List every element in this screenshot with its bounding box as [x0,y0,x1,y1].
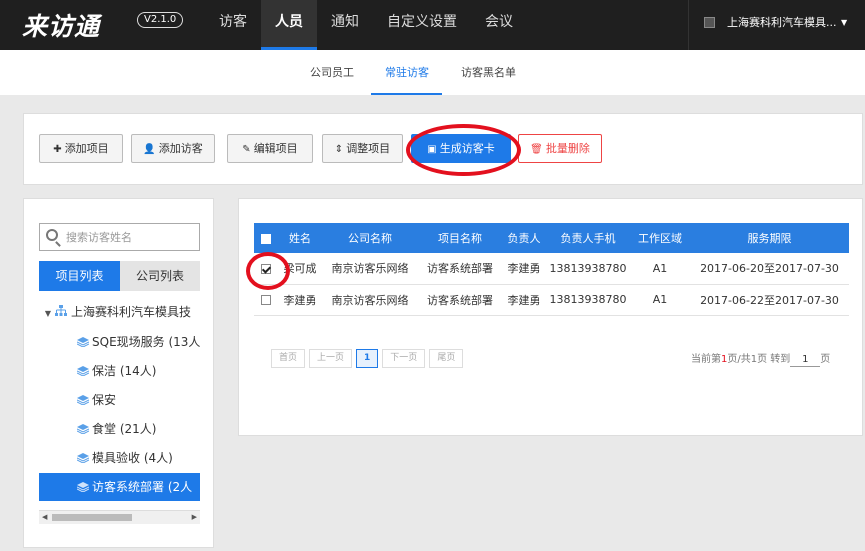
sort-icon: ⇕ [334,144,344,155]
tree-root-label: 上海赛科利汽车模具技 [71,305,192,319]
id-card-icon: ▣ [427,144,437,155]
cell-owner-phone: 13813938780 [546,284,630,316]
select-all-header[interactable] [254,223,278,253]
table-header-row: 姓名 公司名称 项目名称 负责人 负责人手机 工作区域 服务期限 [254,223,849,253]
tab-company-staff[interactable]: 公司员工 [310,64,354,95]
company-name: 上海赛科利汽车模具... [727,16,837,29]
cell-company: 南京访客乐网络 [322,284,418,316]
tree-item[interactable]: 保安 [39,386,200,414]
trash-icon: 🗑 [530,144,543,155]
batch-delete-button[interactable]: 🗑 批量删除 [518,134,602,163]
cell-project: 访客系统部署 [418,253,502,285]
col-owner: 负责人 [502,223,546,253]
col-work-area: 工作区域 [630,223,690,253]
cell-work-area: A1 [630,284,690,316]
adjust-project-button[interactable]: ⇕ 调整项目 [322,134,403,163]
cell-work-area: A1 [630,253,690,285]
tab-visitor-blacklist[interactable]: 访客黑名单 [461,64,516,95]
page-info: 当前第1页/共1页 转到页 [691,350,830,367]
main-panel: 姓名 公司名称 项目名称 负责人 负责人手机 工作区域 服务期限 梁可成 南京访… [238,198,863,436]
layers-icon [77,366,89,376]
visitor-table: 姓名 公司名称 项目名称 负责人 负责人手机 工作区域 服务期限 梁可成 南京访… [254,223,849,316]
goto-page-input[interactable] [790,353,821,367]
col-name: 姓名 [278,223,322,253]
left-panel: 项目列表 公司列表 ▼ 上海赛科利汽车模具技 SQE现场服务 (13人 保洁 (1… [23,198,214,548]
pagination: 首页 上一页 1 下一页 尾页 [271,349,467,368]
add-user-icon: 👤 [143,144,156,155]
tab-project-list[interactable]: 项目列表 [39,261,120,291]
tree-item[interactable]: 保洁 (14人) [39,357,200,385]
layers-icon [77,395,89,405]
table-row[interactable]: 梁可成 南京访客乐网络 访客系统部署 李建勇 13813938780 A1 20… [254,253,849,285]
layers-icon [77,424,89,434]
row-checkbox[interactable] [261,263,271,274]
cell-owner: 李建勇 [502,253,546,285]
app-logo[interactable]: 来访通 [22,7,100,43]
current-page-button[interactable]: 1 [356,349,379,368]
last-page-button[interactable]: 尾页 [429,349,464,368]
col-service-period: 服务期限 [690,223,849,253]
edit-project-button[interactable]: ✎ 编辑项目 [227,134,313,163]
version-badge: V2.1.0 [137,12,184,28]
layers-icon [77,453,89,463]
generate-visitor-card-button[interactable]: ▣ 生成访客卡 [411,134,511,163]
row-select-cell[interactable] [254,284,278,316]
scroll-left-arrow-icon[interactable]: ◀ [42,513,47,521]
tab-company-list[interactable]: 公司列表 [120,261,200,291]
tree-item[interactable]: SQE现场服务 (13人 [39,328,200,356]
nav-notifications[interactable]: 通知 [317,0,373,50]
nav-visitors[interactable]: 访客 [205,0,261,50]
project-tree: ▼ 上海赛科利汽车模具技 SQE现场服务 (13人 保洁 (14人) 保安 食堂 … [39,298,200,508]
tree-item[interactable]: 模具验收 (4人) [39,444,200,472]
caret-down-icon: ▼ [841,18,848,27]
cell-service-period: 2017-06-20至2017-07-30 [690,253,849,285]
cell-name: 梁可成 [278,253,322,285]
top-bar: 来访通 V2.1.0 访客 人员 通知 自定义设置 会议 上海赛科利汽车模具..… [0,0,865,50]
col-project: 项目名称 [418,223,502,253]
add-project-button[interactable]: ✚ 添加项目 [39,134,123,163]
cell-project: 访客系统部署 [418,284,502,316]
expand-arrow-icon[interactable]: ▼ [41,300,55,328]
row-checkbox[interactable] [261,295,271,305]
toolbar: ✚ 添加项目 👤 添加访客 ✎ 编辑项目 ⇕ 调整项目 ▣ 生成访客卡 🗑 批量删除 [23,113,863,185]
prev-page-button[interactable]: 上一页 [309,349,353,368]
row-select-cell[interactable] [254,253,278,285]
cell-owner: 李建勇 [502,284,546,316]
org-chart-icon [55,305,67,316]
plus-icon: ✚ [53,144,62,155]
col-owner-phone: 负责人手机 [546,223,630,253]
layers-icon [77,337,89,347]
cell-name: 李建勇 [278,284,322,316]
nav-custom-settings[interactable]: 自定义设置 [373,0,471,50]
scroll-right-arrow-icon[interactable]: ▶ [192,513,197,521]
table-row[interactable]: 李建勇 南京访客乐网络 访客系统部署 李建勇 13813938780 A1 20… [254,284,849,316]
tree-horizontal-scrollbar[interactable]: ◀ ▶ [39,510,200,524]
company-switcher[interactable]: 上海赛科利汽车模具... ▼ [688,0,865,50]
add-visitor-button[interactable]: 👤 添加访客 [131,134,215,163]
tree-item-selected[interactable]: 访客系统部署 (2人 [39,473,200,501]
tab-resident-visitors[interactable]: 常驻访客 [371,64,442,95]
sub-nav: 公司员工 常驻访客 访客黑名单 [0,50,865,95]
select-all-checkbox[interactable] [261,233,271,244]
nav-meetings[interactable]: 会议 [471,0,527,50]
broken-image-icon [704,17,715,28]
col-company: 公司名称 [322,223,418,253]
scroll-thumb[interactable] [52,514,132,521]
edit-icon: ✎ [242,144,251,155]
tree-item[interactable]: 食堂 (21人) [39,415,200,443]
tree-root[interactable]: ▼ 上海赛科利汽车模具技 [39,298,200,326]
visitor-search-box [39,223,200,251]
next-page-button[interactable]: 下一页 [382,349,426,368]
first-page-button[interactable]: 首页 [271,349,306,368]
cell-owner-phone: 13813938780 [546,253,630,285]
cell-service-period: 2017-06-22至2017-07-30 [690,284,849,316]
layers-icon [77,482,89,492]
nav-personnel[interactable]: 人员 [261,0,317,50]
main-nav: 访客 人员 通知 自定义设置 会议 [205,0,527,50]
search-icon [46,229,58,241]
visitor-search-input[interactable] [66,227,194,247]
cell-company: 南京访客乐网络 [322,253,418,285]
